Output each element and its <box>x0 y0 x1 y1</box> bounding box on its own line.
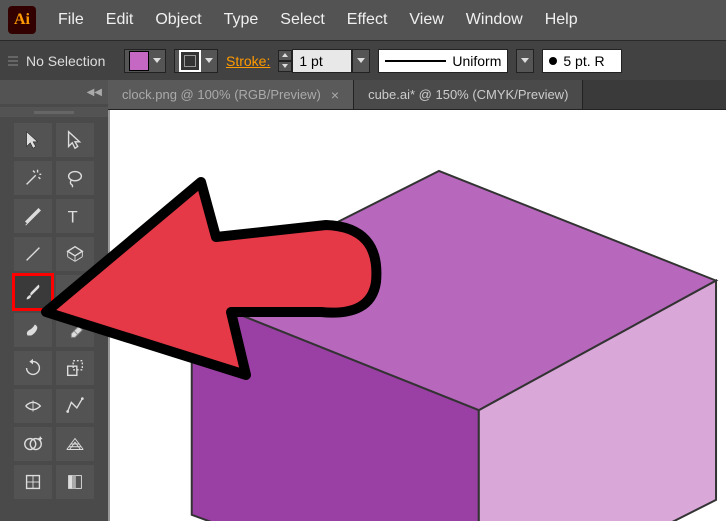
menu-type[interactable]: Type <box>224 11 259 29</box>
brush-dropdown[interactable]: 5 pt. R <box>542 49 622 73</box>
app-icon: Ai <box>8 6 36 34</box>
stroke-label[interactable]: Stroke: <box>226 53 270 69</box>
collapse-panels-icon[interactable]: ◀◀ <box>0 80 108 104</box>
scale-tool[interactable] <box>56 351 94 385</box>
mesh-tool[interactable] <box>14 465 52 499</box>
menu-bar: Ai File Edit Object Type Select Effect V… <box>0 0 726 40</box>
selection-tool[interactable] <box>14 123 52 157</box>
magic-wand-tool[interactable] <box>14 161 52 195</box>
canvas[interactable] <box>108 110 726 521</box>
menu-effect[interactable]: Effect <box>347 11 388 29</box>
cube-artwork <box>110 110 726 521</box>
stroke-profile-menu[interactable] <box>516 49 534 73</box>
tab-label: clock.png @ 100% (RGB/Preview) <box>122 87 321 102</box>
panel-grip[interactable] <box>8 56 18 66</box>
chevron-down-icon <box>153 58 161 63</box>
menu-edit[interactable]: Edit <box>106 11 134 29</box>
perspective-grid-tool[interactable] <box>56 427 94 461</box>
stroke-swatch <box>179 50 201 72</box>
pen-tool[interactable] <box>14 199 52 233</box>
pencil-tool[interactable] <box>56 275 94 309</box>
svg-text:T: T <box>68 208 78 226</box>
fill-swatch <box>129 51 149 71</box>
document-tabs: clock.png @ 100% (RGB/Preview) × cube.ai… <box>108 80 726 110</box>
menu-window[interactable]: Window <box>466 11 523 29</box>
menu-select[interactable]: Select <box>280 11 324 29</box>
left-dock: ◀◀ T <box>0 80 108 521</box>
toolbox: T <box>0 117 108 505</box>
menu-view[interactable]: View <box>409 11 443 29</box>
direct-selection-tool[interactable] <box>56 123 94 157</box>
toolbox-grip[interactable] <box>0 107 108 117</box>
line-tool[interactable] <box>14 237 52 271</box>
tab-label: cube.ai* @ 150% (CMYK/Preview) <box>368 87 568 102</box>
control-bar: No Selection Stroke: 1 pt Uniform 5 pt. … <box>0 40 726 80</box>
stroke-weight-stepper[interactable]: 1 pt <box>278 49 370 73</box>
chevron-down-icon <box>205 58 213 63</box>
menu-file[interactable]: File <box>58 11 84 29</box>
type-tool[interactable]: T <box>56 199 94 233</box>
stroke-weight-value[interactable]: 1 pt <box>292 49 352 73</box>
tab-cube[interactable]: cube.ai* @ 150% (CMYK/Preview) <box>354 80 583 109</box>
shape-builder-tool[interactable] <box>14 427 52 461</box>
gradient-tool[interactable] <box>56 465 94 499</box>
stroke-profile-label: Uniform <box>452 53 501 69</box>
menu-object[interactable]: Object <box>155 11 201 29</box>
lasso-tool[interactable] <box>56 161 94 195</box>
paintbrush-tool[interactable] <box>14 275 52 309</box>
fill-dropdown[interactable] <box>124 49 166 73</box>
free-transform-tool[interactable] <box>56 389 94 423</box>
blob-brush-tool[interactable] <box>14 313 52 347</box>
main-area: clock.png @ 100% (RGB/Preview) × cube.ai… <box>108 80 726 521</box>
tab-clock[interactable]: clock.png @ 100% (RGB/Preview) × <box>108 80 354 109</box>
selection-label: No Selection <box>26 53 116 69</box>
stroke-dropdown[interactable] <box>174 49 218 73</box>
step-up[interactable] <box>278 50 292 61</box>
menu-help[interactable]: Help <box>545 11 578 29</box>
brush-dot-icon <box>549 57 557 65</box>
eraser-tool[interactable] <box>56 313 94 347</box>
rotate-tool[interactable] <box>14 351 52 385</box>
brush-label: 5 pt. R <box>563 53 604 69</box>
step-down[interactable] <box>278 61 292 72</box>
rectangle-tool[interactable] <box>56 237 94 271</box>
stroke-profile-dropdown[interactable]: Uniform <box>378 49 508 73</box>
width-tool[interactable] <box>14 389 52 423</box>
stroke-weight-menu[interactable] <box>352 49 370 73</box>
close-icon[interactable]: × <box>331 87 339 103</box>
